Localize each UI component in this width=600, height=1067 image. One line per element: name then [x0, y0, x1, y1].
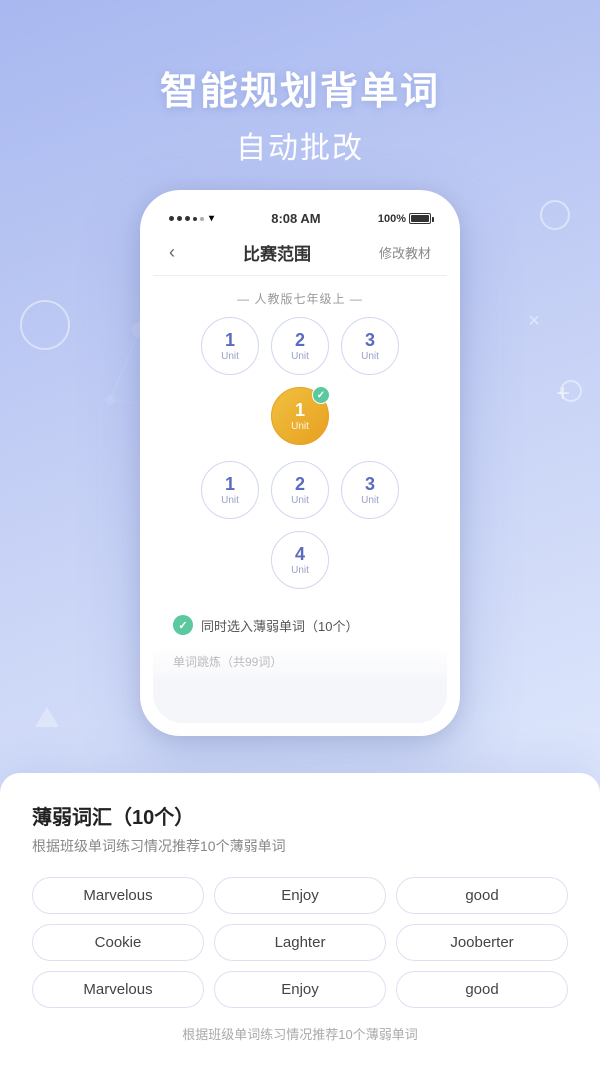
nav-action-button[interactable]: 修改教材	[379, 243, 431, 262]
word-chip-enjoy-1[interactable]: Enjoy	[214, 877, 386, 914]
sheet-description: 根据班级单词练习情况推荐10个薄弱单词	[32, 836, 568, 857]
unit-item-1-2[interactable]: 2 Unit	[271, 317, 329, 375]
signal-dot-3	[185, 216, 190, 221]
sheet-title: 薄弱词汇（10个）	[32, 801, 568, 830]
checkbox-row[interactable]: 同时选入薄弱单词（10个）	[153, 605, 447, 645]
word-chip-enjoy-2[interactable]: Enjoy	[214, 971, 386, 1008]
deco-x: ×	[528, 310, 540, 333]
section-label: — 人教版七年级上 —	[153, 276, 447, 317]
unit-number: 4	[295, 545, 305, 563]
unit-item-2-1[interactable]: 1 Unit	[201, 461, 259, 519]
unit-item-2-3[interactable]: 3 Unit	[341, 461, 399, 519]
phone-mockup: ▾ 8:08 AM 100% ‹ 比赛范围 修改教材 — 人教版七年级上 —	[140, 190, 460, 736]
header-title-line1: 智能规划背单词	[0, 60, 600, 115]
unit-number: 1	[295, 401, 305, 419]
unit-grid-row1: 1 Unit 2 Unit 3 Unit 1 Unit	[153, 317, 447, 461]
unit-label: Unit	[291, 421, 309, 432]
nav-title: 比赛范围	[243, 240, 311, 265]
unit-item-1-4-selected[interactable]: 1 Unit	[271, 387, 329, 445]
unit-grid-row2: 1 Unit 2 Unit 3 Unit 4 Unit	[153, 461, 447, 605]
status-bar: ▾ 8:08 AM 100%	[153, 203, 447, 230]
unit-number: 2	[295, 331, 305, 349]
word-chip-laghter[interactable]: Laghter	[214, 924, 386, 961]
unit-label: Unit	[221, 495, 239, 506]
signal-dot-4	[193, 217, 197, 221]
wifi-icon: ▾	[209, 213, 214, 224]
checkbox-text: 同时选入薄弱单词（10个）	[201, 616, 358, 635]
word-chip-good-2[interactable]: good	[396, 971, 568, 1008]
back-button[interactable]: ‹	[169, 242, 175, 263]
word-chip-jooberter[interactable]: Jooberter	[396, 924, 568, 961]
signal-dot-5	[200, 217, 204, 221]
unit-number: 1	[225, 331, 235, 349]
deco-circle-2	[540, 200, 570, 230]
status-time: 8:08 AM	[271, 211, 320, 226]
bottom-sheet: 薄弱词汇（10个） 根据班级单词练习情况推荐10个薄弱单词 Marvelous …	[0, 773, 600, 1067]
checkbox-icon	[173, 615, 193, 635]
unit-item-2-4[interactable]: 4 Unit	[271, 531, 329, 589]
phone-screen: ▾ 8:08 AM 100% ‹ 比赛范围 修改教材 — 人教版七年级上 —	[153, 203, 447, 723]
unit-label: Unit	[291, 351, 309, 362]
unit-label: Unit	[221, 351, 239, 362]
word-chip-cookie[interactable]: Cookie	[32, 924, 204, 961]
unit-item-2-2[interactable]: 2 Unit	[271, 461, 329, 519]
battery-fill	[411, 215, 429, 222]
unit-number: 1	[225, 475, 235, 493]
unit-number: 3	[365, 331, 375, 349]
signal-dot-2	[177, 216, 182, 221]
unit-label: Unit	[291, 495, 309, 506]
unit-number: 2	[295, 475, 305, 493]
signal-dot-1	[169, 216, 174, 221]
check-badge	[312, 386, 330, 404]
header-section: 智能规划背单词 自动批改	[0, 0, 600, 167]
unit-item-1-3[interactable]: 3 Unit	[341, 317, 399, 375]
sheet-footer: 根据班级单词练习情况推荐10个薄弱单词	[32, 1024, 568, 1043]
word-chip-good-1[interactable]: good	[396, 877, 568, 914]
word-grid: Marvelous Enjoy good Cookie Laghter Joob…	[32, 877, 568, 1008]
unit-number: 3	[365, 475, 375, 493]
battery-percent: 100%	[378, 213, 406, 225]
unit-label: Unit	[361, 351, 379, 362]
deco-triangle	[35, 707, 59, 727]
nav-bar: ‹ 比赛范围 修改教材	[153, 230, 447, 276]
phone-outer: ▾ 8:08 AM 100% ‹ 比赛范围 修改教材 — 人教版七年级上 —	[140, 190, 460, 736]
word-chip-marvelous-2[interactable]: Marvelous	[32, 971, 204, 1008]
status-right: 100%	[378, 213, 431, 225]
status-left: ▾	[169, 213, 214, 224]
battery-icon	[409, 213, 431, 224]
unit-label: Unit	[291, 565, 309, 576]
bottom-text: 单词跳炼（共99词）	[173, 655, 282, 669]
word-chip-marvelous-1[interactable]: Marvelous	[32, 877, 204, 914]
bottom-blur-area: 单词跳炼（共99词）	[153, 645, 447, 679]
unit-item-1-1[interactable]: 1 Unit	[201, 317, 259, 375]
content-area: — 人教版七年级上 — 1 Unit 2 Unit 3 Unit	[153, 276, 447, 679]
deco-circle-1	[20, 300, 70, 350]
deco-circle-3	[560, 380, 582, 402]
deco-plus: +	[556, 380, 570, 408]
unit-label: Unit	[361, 495, 379, 506]
header-title-line2: 自动批改	[0, 123, 600, 167]
